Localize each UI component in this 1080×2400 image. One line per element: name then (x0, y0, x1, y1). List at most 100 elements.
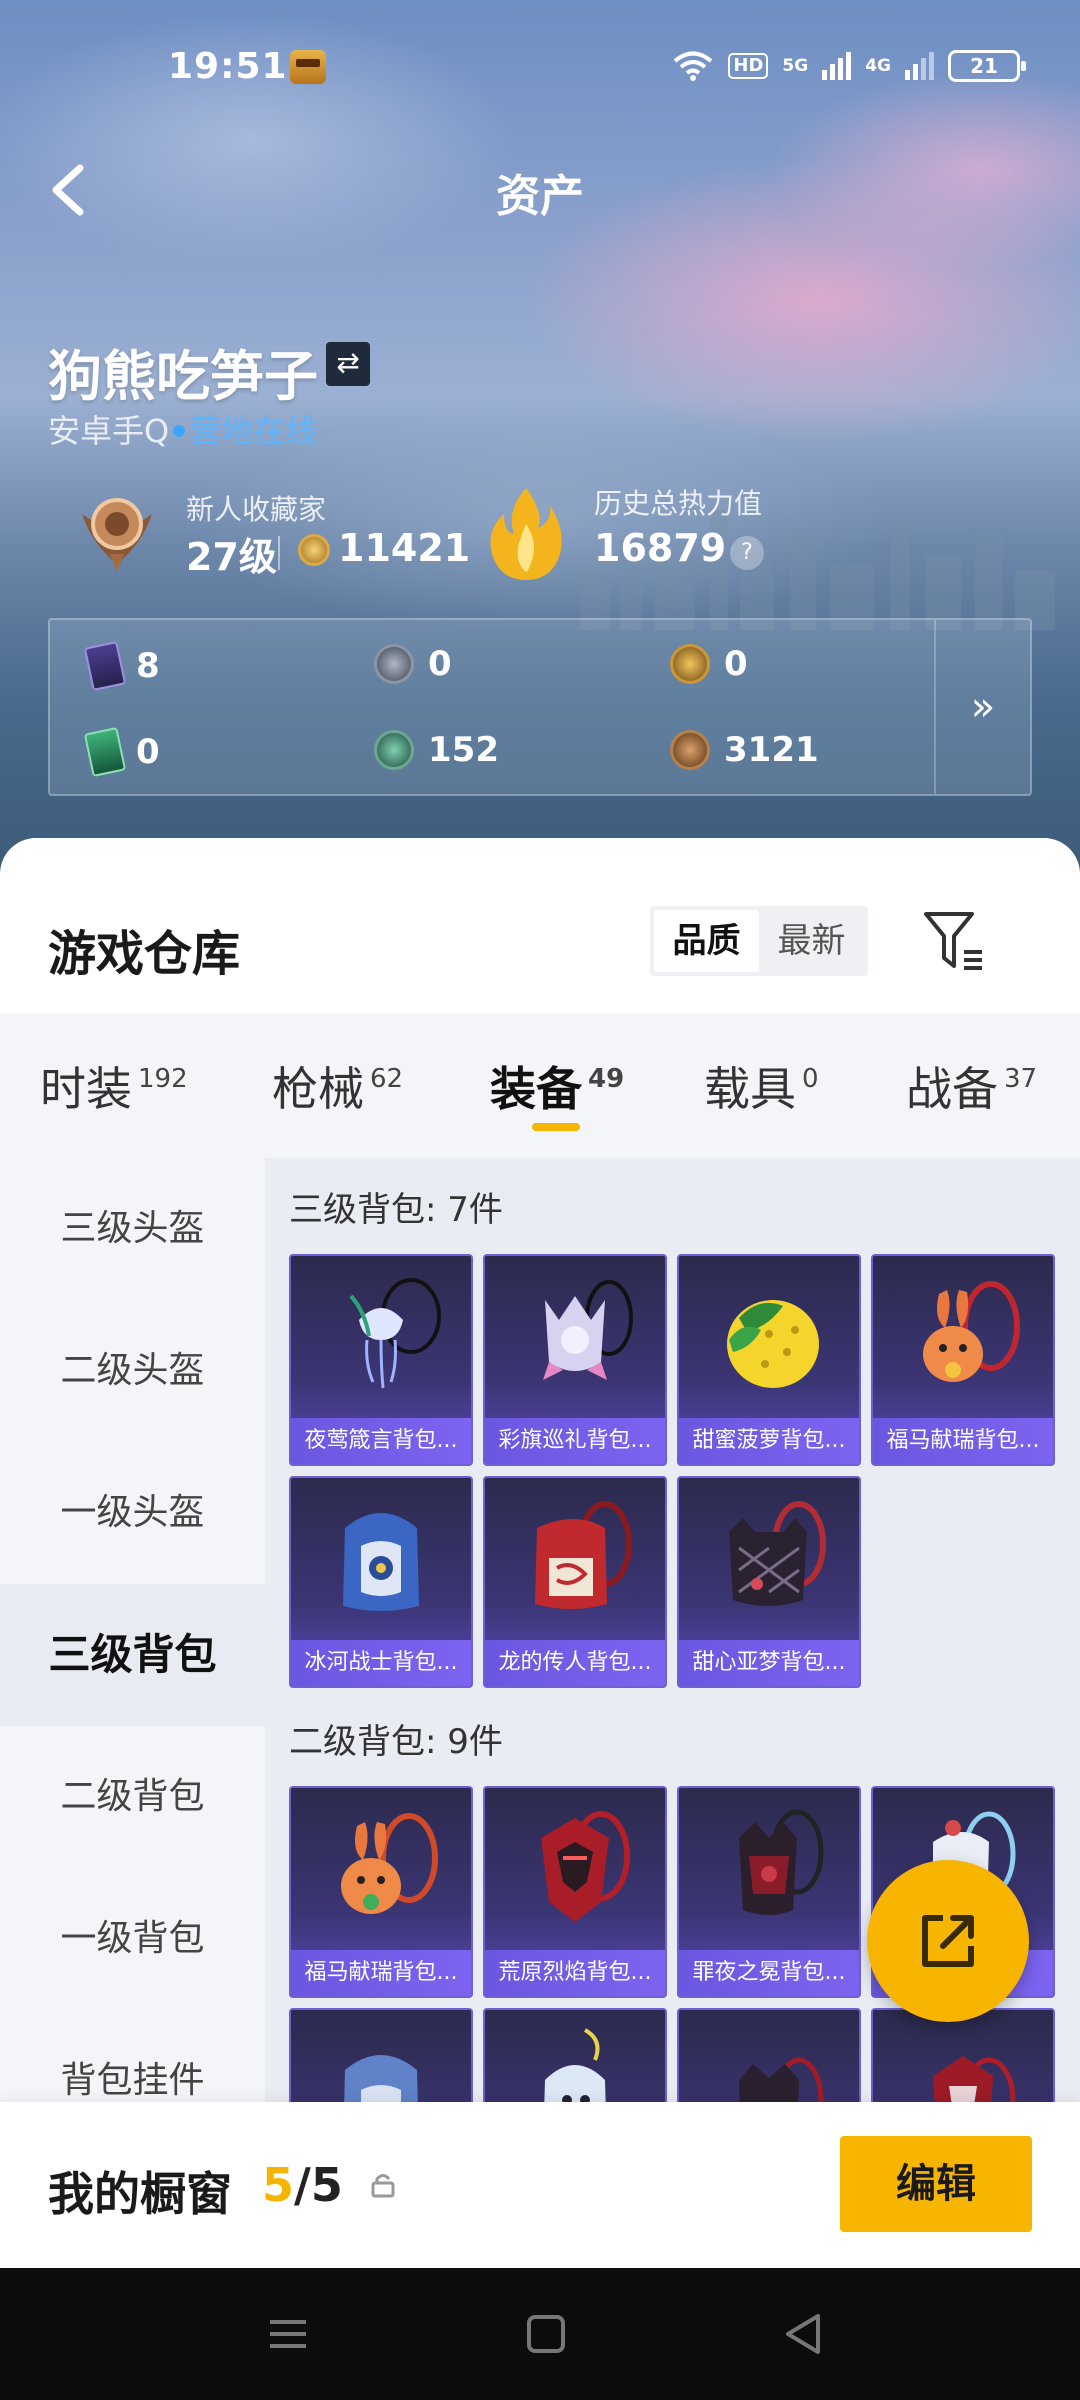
sidebar-item-lv3-helmet[interactable]: 三级头盔 (0, 1158, 265, 1300)
item-card[interactable]: 甜心亚梦背包... (677, 1476, 861, 1688)
sidebar-item-lv2-backpack[interactable]: 二级背包 (0, 1726, 265, 1868)
menu-nav-icon[interactable] (262, 2308, 314, 2360)
home-nav-icon[interactable] (520, 2308, 572, 2360)
divider (278, 536, 280, 570)
filter-icon[interactable] (920, 906, 990, 976)
currency-value: 8 (136, 646, 160, 686)
lock-icon (371, 2174, 395, 2198)
back-nav-icon[interactable] (778, 2308, 830, 2360)
item-name: 彩旗巡礼背包... (485, 1418, 665, 1464)
item-card[interactable]: 福马献瑞背包... (289, 1786, 473, 1998)
tab-fashion[interactable]: 时装 192 (40, 1053, 188, 1119)
item-name: 甜心亚梦背包... (679, 1640, 859, 1686)
sidebar-item-lv2-helmet[interactable]: 二级头盔 (0, 1300, 265, 1442)
tab-count: 192 (138, 1064, 188, 1094)
switch-account-icon[interactable]: ⇄ (326, 342, 370, 386)
item-name: 罪夜之冕背包... (679, 1950, 859, 1996)
item-card[interactable]: 龙的传人背包... (483, 1476, 667, 1688)
platform-label: 安卓手Q (48, 412, 170, 450)
hd-badge: HD (728, 53, 769, 79)
item-card[interactable]: 荒原烈焰背包... (483, 1786, 667, 1998)
system-nav-bar (0, 2268, 1080, 2400)
signal-5g-icon (822, 52, 852, 80)
online-dot-icon (173, 425, 186, 437)
item-name: 荒原烈焰背包... (485, 1950, 665, 1996)
showcase-bar: 我的橱窗 5/5 编辑 (0, 2102, 1080, 2268)
item-name: 甜蜜菠萝背包... (679, 1418, 859, 1464)
group-label: 三级背包: 7件 (289, 1190, 503, 1230)
currency-item: 0 (670, 644, 748, 684)
item-name: 福马献瑞背包... (873, 1418, 1053, 1464)
dragon-backpack-icon (535, 1501, 632, 1609)
heat-value: 16879 (594, 526, 727, 570)
item-name: 龙的传人背包... (485, 1640, 665, 1686)
currency-item: 152 (374, 730, 499, 770)
glacier-backpack-icon (343, 1513, 419, 1611)
net-5g-label: 5G (782, 56, 809, 76)
edit-button[interactable]: 编辑 (840, 2136, 1032, 2232)
rank-level: 27级 (186, 535, 277, 579)
currency-value: 3121 (724, 730, 819, 770)
tab-supplies[interactable]: 战备 37 (906, 1053, 1037, 1119)
warehouse-title: 游戏仓库 (48, 926, 241, 982)
status-time: 19:51 (168, 46, 288, 87)
green-card-icon (83, 726, 127, 778)
item-card[interactable]: 夜莺箴言背包... (289, 1254, 473, 1466)
currency-value: 0 (136, 732, 160, 772)
showcase-current: 5 (262, 2158, 295, 2212)
gold-coin-icon (670, 644, 710, 684)
online-status: 营地在线 (189, 412, 318, 450)
share-button[interactable] (867, 1860, 1029, 2022)
collector-medal-icon (82, 498, 152, 572)
wifi-icon (674, 51, 713, 81)
points-coin-icon (298, 534, 330, 566)
currency-panel[interactable]: 8 0 0 0 152 3121 » (48, 618, 1032, 796)
share-external-icon (922, 1915, 974, 1967)
wasteland-flame-backpack-icon (541, 1811, 630, 1922)
active-tab-indicator (532, 1123, 580, 1131)
net-4g-label: 4G (865, 56, 891, 76)
item-card[interactable]: 彩旗巡礼背包... (483, 1254, 667, 1466)
currency-value: 152 (428, 730, 499, 770)
silver-coin-icon (374, 644, 414, 684)
currency-value: 0 (724, 644, 748, 684)
tab-count: 0 (802, 1064, 819, 1094)
tab-label: 装备 (490, 1062, 582, 1116)
player-name: 狗熊吃笋子 (48, 345, 318, 408)
teal-coin-icon (374, 730, 414, 770)
heat-flame-icon (490, 488, 562, 580)
item-name: 夜莺箴言背包... (291, 1418, 471, 1464)
sort-by-newest[interactable]: 最新 (759, 910, 864, 972)
item-card[interactable]: 冰河战士背包... (289, 1476, 473, 1688)
item-card[interactable]: 罪夜之冕背包... (677, 1786, 861, 1998)
currency-item: 0 (83, 726, 160, 778)
item-card[interactable]: 福马献瑞背包... (871, 1254, 1055, 1466)
expand-currencies-icon[interactable]: » (934, 620, 1032, 794)
tab-label: 枪械 (272, 1062, 364, 1116)
currency-value: 0 (428, 644, 452, 684)
bronze-coin-icon (670, 730, 710, 770)
tab-weapons[interactable]: 枪械 62 (272, 1053, 403, 1119)
tab-equipment[interactable]: 装备 49 (490, 1053, 624, 1119)
currency-item: 3121 (670, 730, 819, 770)
group-label: 二级背包: 9件 (289, 1722, 503, 1762)
rabbit-backpack-icon (341, 1813, 438, 1914)
flag-backpack-icon (543, 1280, 633, 1380)
battery-icon: 21 (948, 50, 1026, 82)
showcase-count: 5/5 (262, 2158, 343, 2212)
sidebar-item-lv1-helmet[interactable]: 一级头盔 (0, 1442, 265, 1584)
rabbit-backpack-icon (923, 1281, 1020, 1382)
status-bar: 19:51 HD 5G 4G 21 (0, 0, 1080, 135)
player-platform: 安卓手Q 营地在线 (48, 406, 317, 452)
night-crown-backpack-icon (739, 1809, 824, 1915)
sidebar-item-lv1-backpack[interactable]: 一级背包 (0, 1868, 265, 2010)
heat-label: 历史总热力值 (594, 487, 763, 520)
item-card[interactable]: 甜蜜菠萝背包... (677, 1254, 861, 1466)
sort-by-quality[interactable]: 品质 (654, 910, 759, 972)
tab-label: 载具 (704, 1062, 796, 1116)
game-notification-icon (290, 50, 326, 84)
tab-vehicles[interactable]: 载具 0 (704, 1053, 819, 1119)
sidebar-item-lv3-backpack[interactable]: 三级背包 (0, 1584, 265, 1726)
help-icon[interactable]: ? (730, 536, 764, 570)
page-title: 资产 (496, 171, 584, 222)
